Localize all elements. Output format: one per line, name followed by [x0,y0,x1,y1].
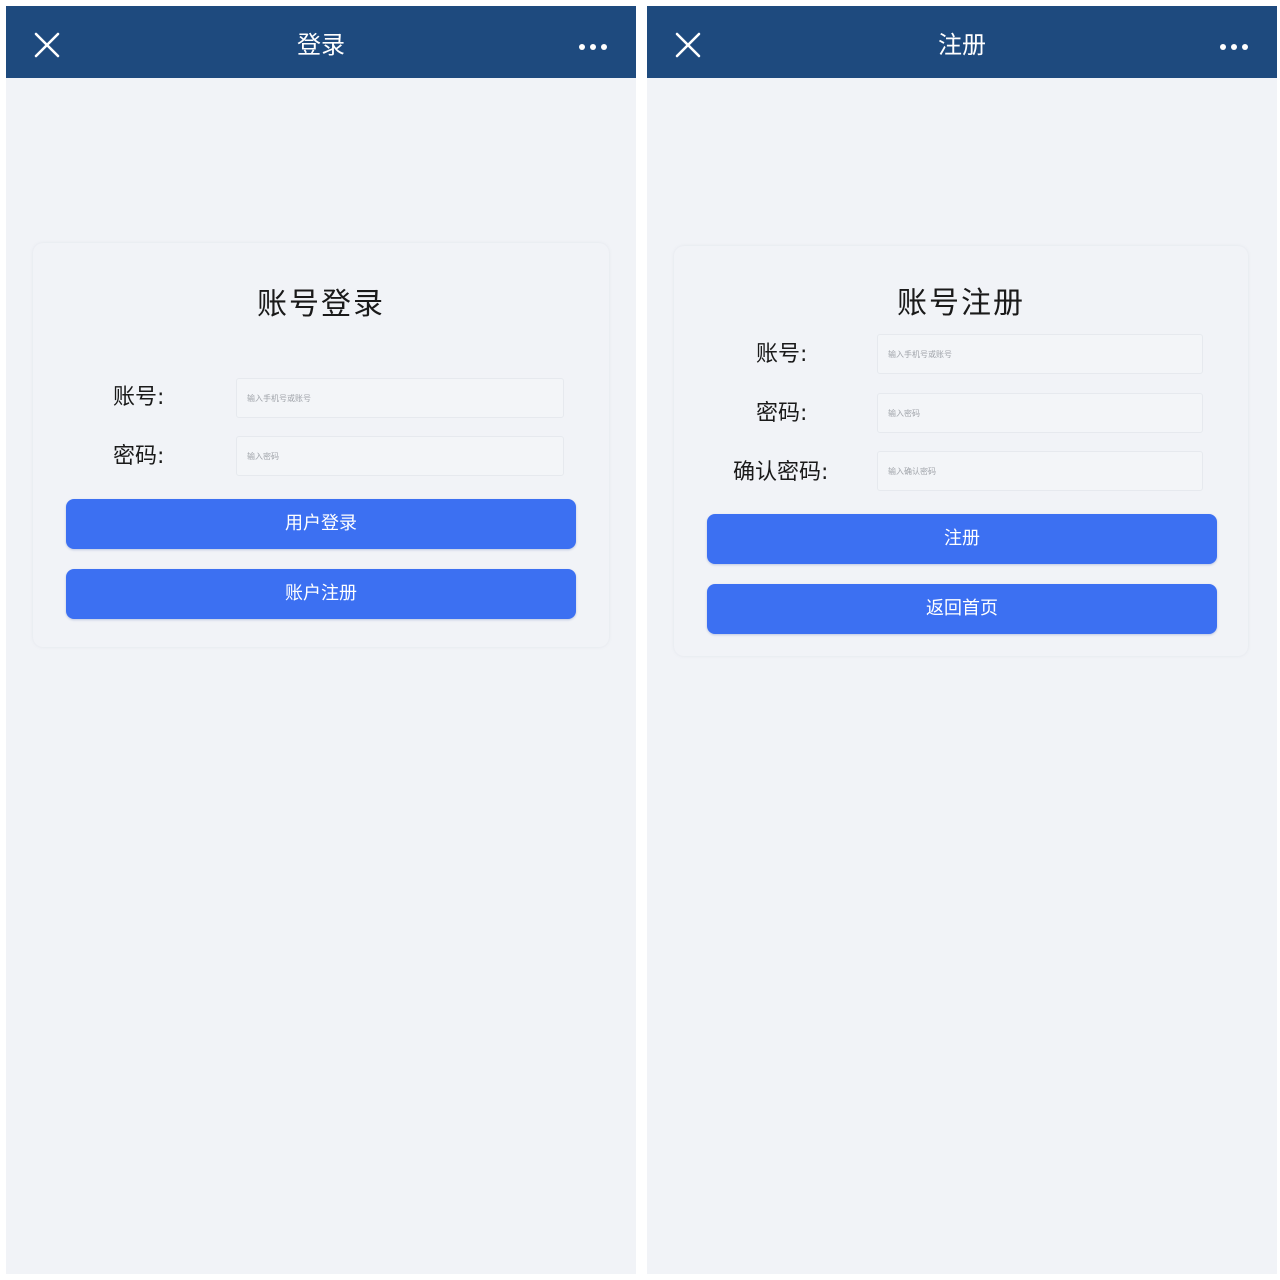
register-navbar: 注册 [647,6,1277,78]
register-card-title: 账号注册 [897,286,1025,321]
account-input[interactable] [877,334,1203,374]
login-card: 账号登录 账号: 密码: 用户登录 账户注册 [33,243,609,647]
account-label: 账号: [113,385,165,410]
register-screen: 注册 账号注册 账号: 密码: 确认密码: 注册 返回首页 [647,6,1277,1274]
login-navbar: 登录 [6,6,636,78]
account-input[interactable] [236,378,564,418]
register-button[interactable]: 注册 [707,514,1217,564]
register-card: 账号注册 账号: 密码: 确认密码: 注册 返回首页 [674,246,1248,656]
close-icon[interactable] [671,28,705,62]
password-input[interactable] [236,436,564,476]
more-icon[interactable] [1215,28,1255,62]
password-label: 密码: [756,401,808,426]
confirm-password-label: 确认密码: [733,460,829,485]
more-icon[interactable] [574,28,614,62]
page-title: 登录 [297,31,345,59]
register-account-button[interactable]: 账户注册 [66,569,576,619]
account-label: 账号: [756,342,808,367]
back-home-button[interactable]: 返回首页 [707,584,1217,634]
password-label: 密码: [113,444,165,469]
confirm-password-input[interactable] [877,451,1203,491]
password-input[interactable] [877,393,1203,433]
page-title: 注册 [938,31,986,59]
login-screen: 登录 账号登录 账号: 密码: 用户登录 账户注册 [6,6,636,1274]
close-icon[interactable] [30,28,64,62]
login-button[interactable]: 用户登录 [66,499,576,549]
login-card-title: 账号登录 [257,287,385,322]
